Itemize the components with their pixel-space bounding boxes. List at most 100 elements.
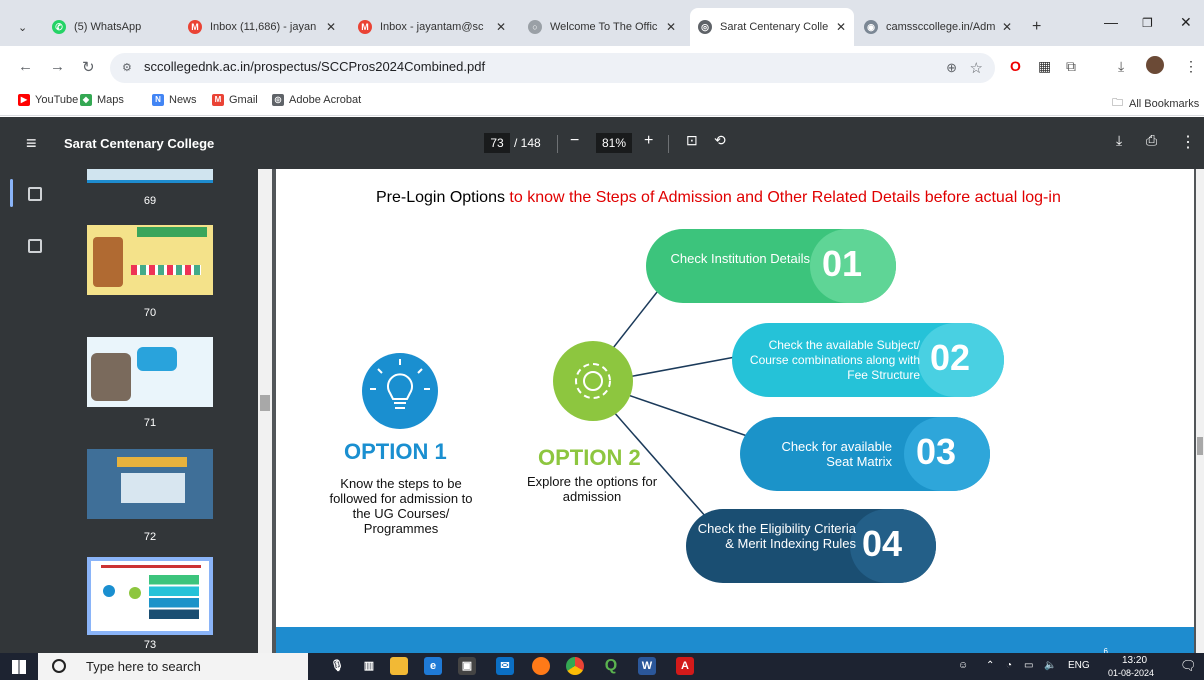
pdf-viewer: Pre-Login Options to know the Steps of A… <box>272 169 1204 653</box>
battery-icon[interactable]: ▭ <box>1024 660 1033 671</box>
page-thumbnail[interactable] <box>87 169 213 183</box>
option2-title: OPTION 2 <box>538 445 641 470</box>
tab-search-menu[interactable]: ⌄ <box>10 8 40 46</box>
zoom-out-icon[interactable]: − <box>570 132 579 150</box>
network-icon[interactable]: ◔ <box>1006 660 1012 671</box>
bookmark-label: Adobe Acrobat <box>289 94 362 106</box>
close-tab-icon[interactable]: ✕ <box>836 20 846 34</box>
lightbulb-icon <box>362 353 438 429</box>
file-explorer-icon[interactable] <box>390 657 408 675</box>
store-icon[interactable]: ▣ <box>458 657 476 675</box>
thumbnail-heading <box>101 565 201 568</box>
close-tab-icon[interactable]: ✕ <box>326 20 336 34</box>
new-tab-button[interactable]: + <box>1024 8 1049 46</box>
site-info-icon[interactable]: ⚙ <box>122 61 132 74</box>
back-icon[interactable]: ← <box>18 58 33 75</box>
scrollbar-thumb[interactable] <box>260 395 270 411</box>
sidebar-rail <box>0 169 60 653</box>
bookmark-label: Gmail <box>229 94 258 106</box>
bookmark-item[interactable]: ◎ Adobe Acrobat <box>272 94 361 106</box>
url-input[interactable] <box>144 59 844 74</box>
restore-icon[interactable]: ❐ <box>1142 16 1153 30</box>
opera-extension-icon[interactable]: O <box>1010 58 1021 74</box>
close-tab-icon[interactable]: ✕ <box>666 20 676 34</box>
chevron-down-icon: ⌄ <box>18 21 28 34</box>
bookmark-item[interactable]: ▶ YouTube <box>18 94 78 106</box>
browser-tab[interactable]: M Inbox (11,686) - jayan ✕ <box>180 8 344 46</box>
reload-icon[interactable]: ↻ <box>82 58 95 76</box>
profile-avatar[interactable] <box>1146 56 1164 74</box>
download-icon[interactable]: ⤓ <box>1118 58 1124 75</box>
acrobat-icon[interactable]: A <box>676 657 694 675</box>
viewer-scrollbar[interactable] <box>1196 169 1204 653</box>
thumbnails-icon[interactable] <box>28 187 42 201</box>
mail-icon[interactable]: ✉ <box>496 657 514 675</box>
clock-time[interactable]: 13:20 <box>1122 655 1147 666</box>
download-icon[interactable]: ⤓ <box>1116 132 1122 149</box>
zoom-icon[interactable]: ⊕ <box>946 60 957 76</box>
pdf-toolbar: ≡ Sarat Centenary College 73 / 148 − 81%… <box>0 117 1204 169</box>
step-number: 01 <box>822 243 863 284</box>
document-title: Sarat Centenary College <box>64 136 215 151</box>
option2-description: Explore the options for admission <box>526 474 658 504</box>
microphone-icon[interactable]: 🎙 <box>328 657 346 675</box>
step-04-pill: Check the Eligibility Criteria & Merit I… <box>686 509 936 583</box>
people-icon[interactable]: ☺ <box>958 660 968 671</box>
qlik-icon[interactable]: Q <box>602 657 620 675</box>
more-menu-icon[interactable]: ⋮ <box>1184 58 1198 75</box>
more-options-icon[interactable]: ⋮ <box>1180 132 1196 152</box>
forward-icon[interactable]: → <box>50 58 65 75</box>
thumbnail-scrollbar[interactable] <box>258 169 272 653</box>
bookmark-item[interactable]: ◆ Maps <box>80 94 124 106</box>
page-thumbnail[interactable] <box>87 337 213 407</box>
close-tab-icon[interactable]: ✕ <box>496 20 506 34</box>
sidebar-menu-icon[interactable]: ≡ <box>26 133 37 154</box>
browser-tab[interactable]: M Inbox - jayantam@sc ✕ <box>350 8 514 46</box>
step-text: Check for available Seat Matrix <box>781 439 892 469</box>
page-thumbnail[interactable] <box>87 449 213 519</box>
word-icon[interactable]: W <box>638 657 656 675</box>
bookmark-star-icon[interactable]: ☆ <box>970 59 983 77</box>
page-thumbnail[interactable] <box>87 225 213 295</box>
page-thumbnail-selected[interactable] <box>87 557 213 635</box>
zoom-input[interactable]: 81% <box>596 133 632 153</box>
language-indicator[interactable]: ENG <box>1068 660 1090 671</box>
extension-icon[interactable]: ▦ <box>1038 58 1051 75</box>
close-tab-icon[interactable]: ✕ <box>1002 20 1012 34</box>
all-bookmarks-folder[interactable]: 🗀 All Bookmarks <box>1112 94 1199 113</box>
rotate-icon[interactable]: ⟲ <box>714 132 726 149</box>
task-view-icon[interactable]: ▥ <box>360 657 378 675</box>
option1-description: Know the steps to be followed for admiss… <box>329 476 473 536</box>
scrollbar-thumb[interactable] <box>1197 437 1203 455</box>
browser-tab[interactable]: ◉ camssccollege.in/Adm ✕ <box>856 8 1020 46</box>
bookmark-item[interactable]: M Gmail <box>212 94 258 106</box>
taskbar-search[interactable]: Type here to search <box>38 653 308 680</box>
clock-date[interactable]: 01-08-2024 <box>1108 668 1154 678</box>
thumbnail-label: 73 <box>143 639 157 651</box>
volume-icon[interactable]: 🔈 <box>1044 660 1056 671</box>
address-bar[interactable]: ⚙ ⊕ ☆ <box>110 53 995 83</box>
browser-tab[interactable]: ○ Welcome To The Offic ✕ <box>520 8 684 46</box>
bookmark-icon: N <box>152 94 164 106</box>
zoom-in-icon[interactable]: + <box>644 132 653 150</box>
outline-icon[interactable] <box>28 239 42 253</box>
step-text: Check the available Subject/ Course comb… <box>749 338 920 382</box>
fit-page-icon[interactable]: ⊡ <box>686 132 698 149</box>
notifications-icon[interactable]: 🗨 <box>1180 658 1197 674</box>
chrome-icon[interactable] <box>566 657 584 675</box>
divider <box>557 135 558 153</box>
minimize-icon[interactable]: — <box>1104 14 1118 30</box>
edge-icon[interactable]: e <box>424 657 442 675</box>
close-window-icon[interactable]: ✕ <box>1180 14 1192 31</box>
chevron-up-icon[interactable]: ⌃ <box>986 660 994 671</box>
step-number: 03 <box>916 431 957 472</box>
extensions-puzzle-icon[interactable]: ⧉ <box>1066 58 1076 75</box>
firefox-icon[interactable] <box>532 657 550 675</box>
thumbnail-bubble <box>137 347 177 371</box>
search-placeholder: Type here to search <box>86 659 201 674</box>
print-icon[interactable]: ⎙ <box>1146 132 1157 149</box>
page-number-input[interactable]: 73 <box>484 133 510 153</box>
windows-start-icon[interactable] <box>12 660 26 674</box>
bookmark-item[interactable]: N News <box>152 94 197 106</box>
browser-tab[interactable]: ◎ Sarat Centenary Colle ✕ <box>690 8 854 46</box>
